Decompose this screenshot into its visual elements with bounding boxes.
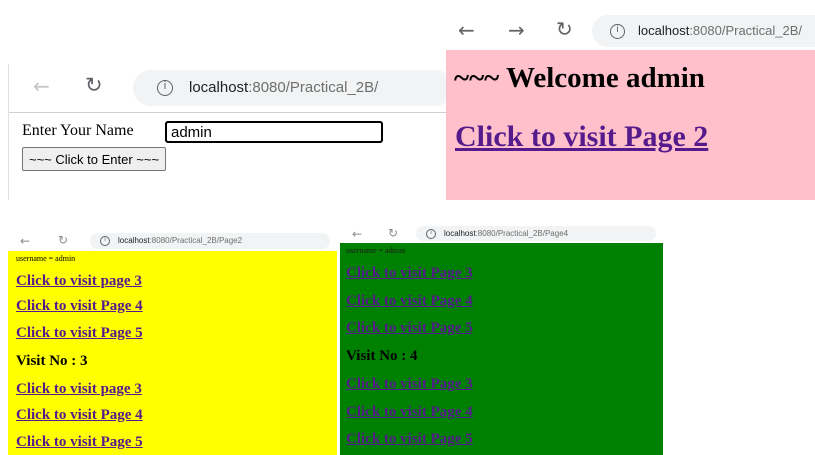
info-icon[interactable]: i (157, 80, 173, 96)
reload-icon[interactable]: ↻ (85, 75, 103, 96)
link-page-5[interactable]: Click to visit Page 5 (16, 434, 143, 451)
reload-icon[interactable]: ↻ (556, 19, 573, 39)
reload-icon[interactable]: ↻ (58, 234, 68, 246)
link-page-4[interactable]: Click to visit Page 4 (16, 407, 143, 424)
link-page-4[interactable]: Click to visit Page 4 (16, 298, 143, 315)
name-input[interactable] (165, 121, 383, 143)
back-arrow-icon[interactable]: ← (20, 235, 30, 247)
page-content: Enter Your Name ~~~ Click to Enter ~~~ (9, 112, 446, 200)
forward-arrow-icon[interactable]: → (508, 20, 525, 40)
link-page-4[interactable]: Click to visit Page 4 (346, 293, 473, 310)
page-content: username = admin Click to visit page 3 C… (8, 251, 337, 455)
info-icon[interactable]: i (610, 24, 625, 39)
page-content: username = admin Click to visit Page 3 C… (340, 243, 663, 455)
back-arrow-icon[interactable]: ← (458, 20, 475, 40)
visit-count: Visit No : 4 (346, 348, 418, 364)
url-text[interactable]: localhost:8080/Practical_2B/Page2 (118, 236, 242, 245)
address-bar[interactable]: i localhost:8080/Practical_2B/Page2 (90, 233, 330, 249)
browser-toolbar: ← ↻ i localhost:8080/Practical_2B/Page4 (340, 224, 663, 243)
link-page-3[interactable]: Click to visit Page 3 (346, 376, 473, 393)
info-icon[interactable]: i (100, 236, 110, 246)
address-bar[interactable]: i localhost:8080/Practical_2B/Page4 (416, 226, 656, 241)
link-page-3[interactable]: Click to visit page 3 (16, 381, 142, 398)
address-bar[interactable]: i localhost:8080/Practical_2B/ (592, 15, 815, 47)
browser-toolbar: ← → ↻ i localhost:8080/Practical_2B/ (446, 10, 815, 50)
link-page-3[interactable]: Click to visit Page 3 (346, 265, 473, 282)
back-arrow-icon[interactable]: ← (352, 228, 362, 240)
link-page-5[interactable]: Click to visit Page 5 (346, 431, 473, 448)
address-bar[interactable]: i localhost:8080/Practical_2B/ (133, 70, 446, 106)
username-line: username = admin (346, 246, 406, 255)
name-label: Enter Your Name (22, 122, 134, 139)
screenshot-login-form: ← ↻ i localhost:8080/Practical_2B/ Enter… (8, 64, 446, 200)
link-page-3[interactable]: Click to visit page 3 (16, 273, 142, 290)
enter-button[interactable]: ~~~ Click to Enter ~~~ (22, 147, 167, 171)
welcome-heading: ~~~ Welcome admin (454, 62, 705, 94)
visit-count: Visit No : 3 (16, 353, 88, 369)
url-text[interactable]: localhost:8080/Practical_2B/ (638, 23, 802, 38)
reload-icon[interactable]: ↻ (388, 227, 398, 239)
screenshot-page4: ← ↻ i localhost:8080/Practical_2B/Page4 … (340, 224, 663, 455)
url-text[interactable]: localhost:8080/Practical_2B/ (189, 79, 378, 96)
link-page-5[interactable]: Click to visit Page 5 (16, 325, 143, 342)
url-text[interactable]: localhost:8080/Practical_2B/Page4 (444, 229, 568, 238)
back-arrow-icon[interactable]: ← (33, 76, 50, 96)
screenshot-page2: ← ↻ i localhost:8080/Practical_2B/Page2 … (8, 231, 337, 455)
link-page-4[interactable]: Click to visit Page 4 (346, 404, 473, 421)
link-page-5[interactable]: Click to visit Page 5 (346, 320, 473, 337)
info-icon[interactable]: i (426, 229, 436, 239)
browser-toolbar: ← ↻ i localhost:8080/Practical_2B/Page2 (8, 231, 337, 251)
screenshot-welcome-page: ← → ↻ i localhost:8080/Practical_2B/ ~~~… (446, 10, 815, 200)
browser-toolbar: ← ↻ i localhost:8080/Practical_2B/ (9, 64, 446, 112)
link-page-2[interactable]: Click to visit Page 2 (455, 120, 708, 154)
username-line: username = admin (16, 254, 76, 263)
